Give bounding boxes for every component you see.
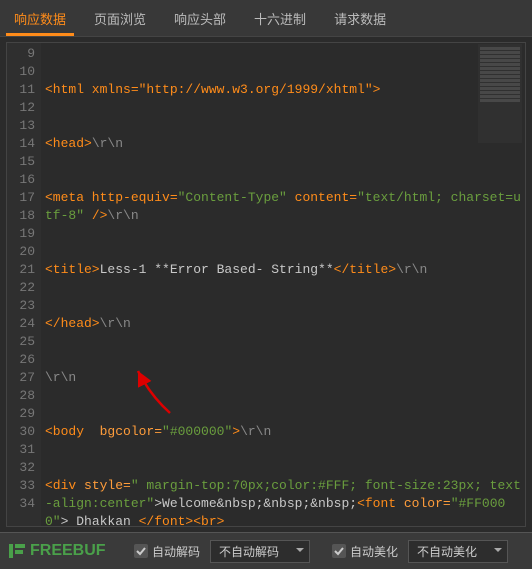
code-editor[interactable]: 9101112131415161718192021222324252627282… bbox=[6, 42, 526, 527]
code-line: <body bgcolor="#000000">\r\n bbox=[45, 423, 525, 441]
bottom-toolbar: FREEBUF 自动解码 不自动解码 自动美化 不自动美化 bbox=[0, 532, 532, 569]
tab-page-browse[interactable]: 页面浏览 bbox=[80, 0, 160, 36]
code-line: <title>Less-1 **Error Based- String**</t… bbox=[45, 261, 525, 279]
code-line: <meta http-equiv="Content-Type" content=… bbox=[45, 189, 525, 225]
tab-request-data[interactable]: 请求数据 bbox=[320, 0, 400, 36]
code-line: <div style=" margin-top:70px;color:#FFF;… bbox=[45, 477, 525, 526]
decode-dropdown[interactable]: 不自动解码 bbox=[210, 540, 310, 563]
code-line: \r\n bbox=[45, 369, 525, 387]
code-line: </head>\r\n bbox=[45, 315, 525, 333]
tab-response-data[interactable]: 响应数据 bbox=[0, 0, 80, 36]
tab-hex[interactable]: 十六进制 bbox=[240, 0, 320, 36]
minimap[interactable] bbox=[478, 44, 522, 143]
check-icon bbox=[134, 544, 148, 558]
check-icon bbox=[332, 544, 346, 558]
code-line: <html xmlns="http://www.w3.org/1999/xhtm… bbox=[45, 81, 525, 99]
line-gutter: 9101112131415161718192021222324252627282… bbox=[7, 43, 41, 526]
tab-bar: 响应数据 页面浏览 响应头部 十六进制 请求数据 bbox=[0, 0, 532, 37]
beautify-dropdown[interactable]: 不自动美化 bbox=[408, 540, 508, 563]
tab-response-headers[interactable]: 响应头部 bbox=[160, 0, 240, 36]
auto-decode-checkbox[interactable]: 自动解码 bbox=[134, 543, 200, 560]
code-line: <head>\r\n bbox=[45, 135, 525, 153]
code-content[interactable]: <html xmlns="http://www.w3.org/1999/xhtm… bbox=[41, 43, 525, 526]
logo-icon bbox=[8, 542, 26, 560]
auto-beautify-checkbox[interactable]: 自动美化 bbox=[332, 543, 398, 560]
logo: FREEBUF bbox=[0, 533, 128, 569]
